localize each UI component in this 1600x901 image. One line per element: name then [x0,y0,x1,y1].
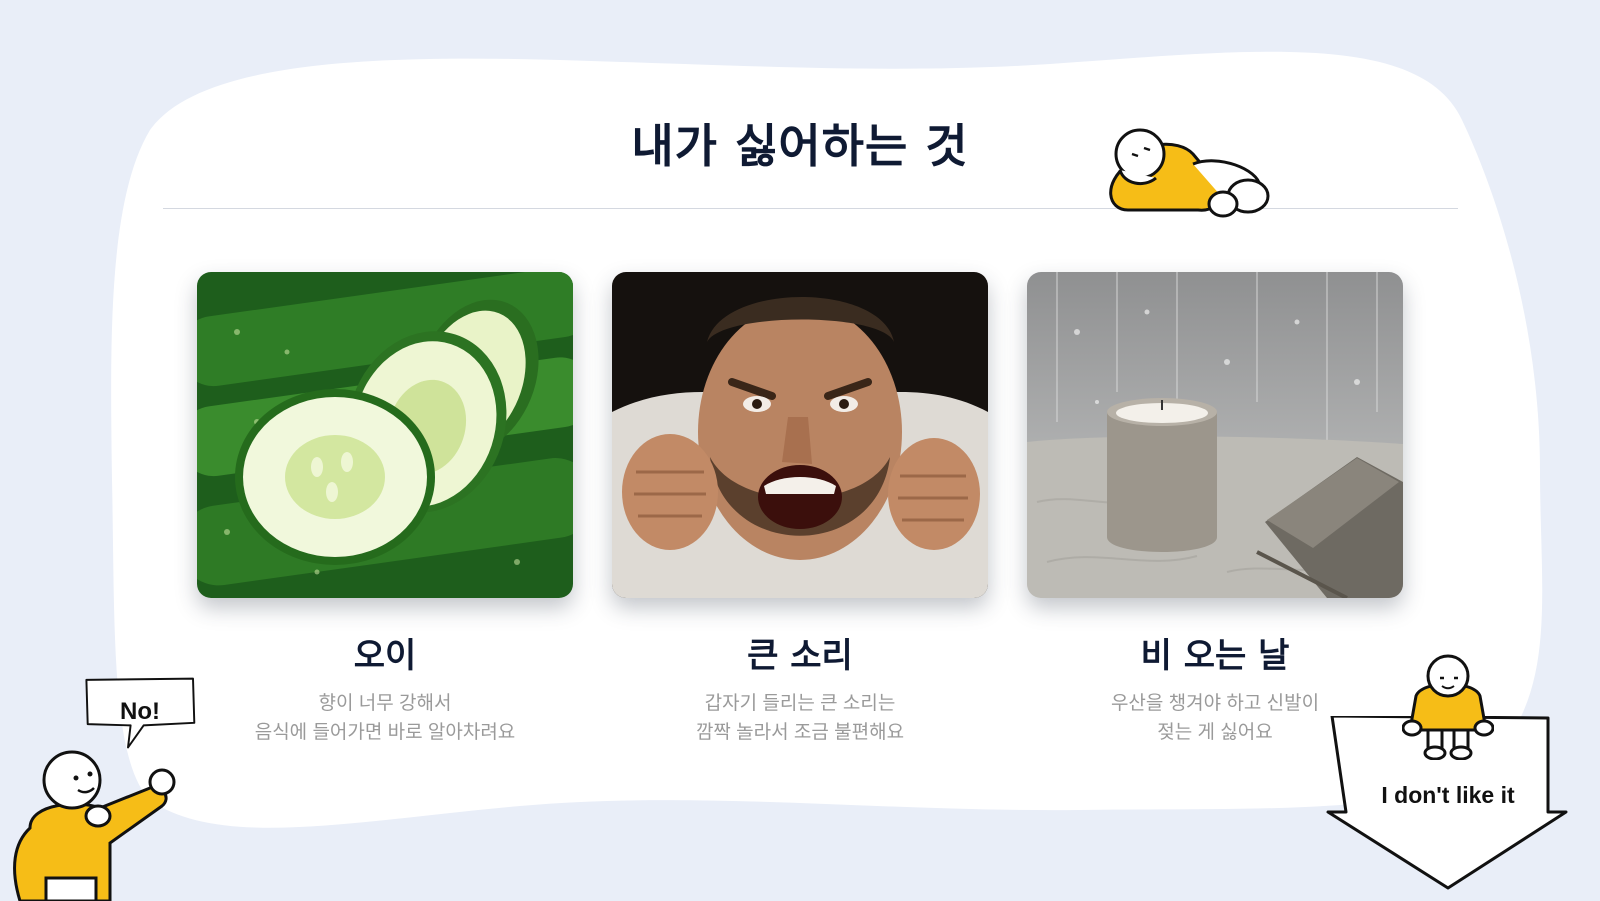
card-title: 큰 소리 [747,636,853,676]
cucumber-photo [197,272,573,598]
pointing-character-icon [13,750,176,901]
card-description-line: 갑자기 들리는 큰 소리는 [704,693,896,714]
sleeping-character-icon [1109,128,1270,218]
card-title: 오이 [353,636,417,676]
sign-text: I don't like it [1381,782,1515,808]
card-description-line: 향이 너무 강해서 [318,693,452,714]
card-description-line: 우산을 챙겨야 하고 신발이 [1110,693,1320,714]
sitting-character-icon [1402,654,1494,760]
shouting-man-photo [612,272,988,598]
card-cucumber: 오이 향이 너무 강해서 음식에 들어가면 바로 알아차려요 [197,272,573,747]
page-title: 내가 싫어하는 것 [631,119,969,173]
card-description-line: 깜짝 놀라서 조금 불편해요 [695,722,905,743]
slide: 내가 싫어하는 것 오이 향이 너무 강해서 음식에 들어가면 바로 알아차려요… [0,0,1600,901]
card-description-line: 음식에 들어가면 바로 알아차려요 [254,722,516,743]
card-description: 향이 너무 강해서 음식에 들어가면 바로 알아차려요 [197,689,573,747]
card-loud-noise: 큰 소리 갑자기 들리는 큰 소리는 깜짝 놀라서 조금 불편해요 [612,272,988,747]
rainy-window-candle-photo [1027,272,1403,598]
card-rainy-day: 비 오는 날 우산을 챙겨야 하고 신발이 젖는 게 싫어요 [1027,272,1403,747]
speech-bubble-text: No! [120,698,160,725]
card-title: 비 오는 날 [1140,636,1290,676]
card-description: 갑자기 들리는 큰 소리는 깜짝 놀라서 조금 불편해요 [612,689,988,747]
